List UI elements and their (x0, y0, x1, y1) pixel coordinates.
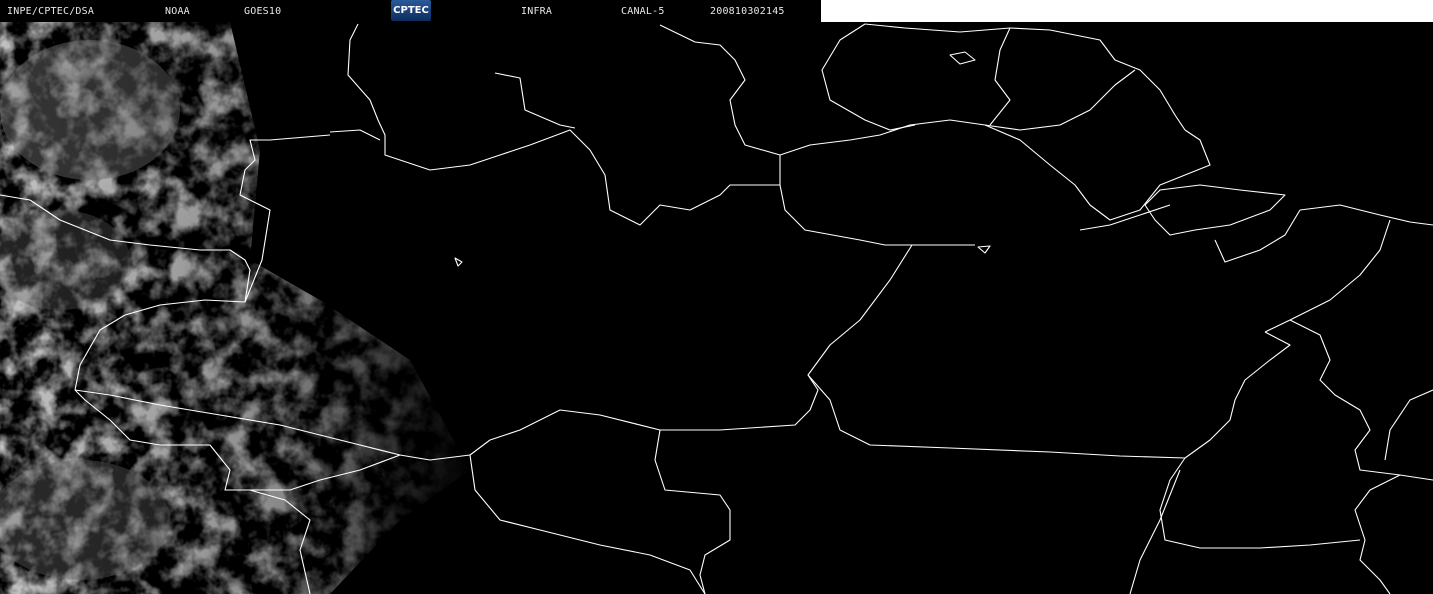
cptec-logo: CPTEC (391, 0, 431, 21)
logo-text: CPTEC (393, 5, 429, 16)
satellite-image (0, 22, 1433, 594)
header-blank-area (821, 0, 1433, 22)
satellite-label: GOES10 (244, 6, 282, 17)
channel-label: CANAL-5 (621, 6, 665, 17)
timestamp-label: 200810302145 (710, 6, 785, 17)
cloud-cover (0, 22, 480, 594)
institution-label: INPE/CPTEC/DSA (7, 6, 95, 17)
agency-label: NOAA (165, 6, 190, 17)
band-type-label: INFRA (521, 6, 553, 17)
header-bar: INPE/CPTEC/DSA NOAA GOES10 CPTEC INFRA C… (0, 0, 821, 22)
